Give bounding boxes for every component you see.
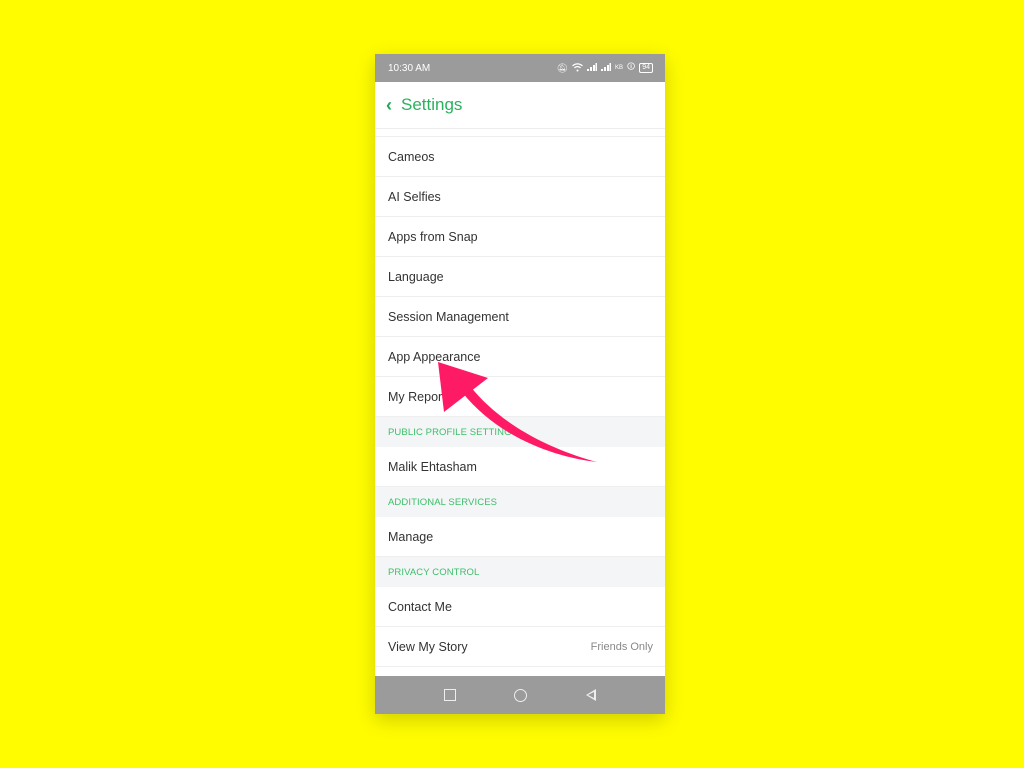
settings-item-apps-from-snap[interactable]: Apps from Snap	[375, 217, 665, 257]
page-title: Settings	[401, 95, 463, 114]
item-label: Apps from Snap	[388, 229, 478, 244]
settings-item-profile-name[interactable]: Malik Ehtasham	[375, 447, 665, 487]
status-time: 10:30 AM	[388, 62, 431, 74]
recents-icon[interactable]	[444, 689, 457, 701]
status-icons: 🔕︎ KB 🛈︎ 94	[557, 61, 653, 75]
android-nav-bar	[375, 676, 665, 714]
item-label: Manage	[388, 529, 434, 544]
home-icon[interactable]	[514, 688, 528, 702]
item-label: Malik Ehtasham	[388, 459, 477, 474]
settings-item-view-my-story[interactable]: View My Story Friends Only	[375, 627, 665, 667]
settings-item-my-reports[interactable]: My Reports	[375, 377, 665, 417]
item-label: Cameos	[388, 149, 435, 164]
item-label: Contact Me	[388, 599, 452, 614]
item-label: Language	[388, 269, 444, 284]
section-header-public-profile: PUBLIC PROFILE SETTINGS	[375, 417, 665, 447]
settings-item-app-appearance[interactable]: App Appearance	[375, 337, 665, 377]
signal-icon	[601, 63, 612, 73]
section-header-additional-services: ADDITIONAL SERVICES	[375, 487, 665, 517]
item-label: App Appearance	[388, 349, 481, 364]
mute-icon: 🔕︎	[556, 62, 569, 73]
back-icon[interactable]	[585, 689, 596, 701]
settings-list: Cameos AI Selfies Apps from Snap Languag…	[375, 132, 665, 707]
settings-item-manage[interactable]: Manage	[375, 517, 665, 557]
settings-item-cameos[interactable]: Cameos	[375, 137, 665, 177]
wifi-icon	[572, 62, 583, 74]
network-speed-icon: KB	[615, 65, 624, 71]
settings-item-contact-me[interactable]: Contact Me	[375, 587, 665, 627]
item-label: My Reports	[388, 389, 452, 404]
item-label: Session Management	[388, 309, 509, 324]
signal-icon	[587, 63, 598, 73]
alarm-icon: 🛈︎	[627, 62, 636, 71]
settings-item-session-management[interactable]: Session Management	[375, 297, 665, 337]
settings-item-language[interactable]: Language	[375, 257, 665, 297]
item-label: AI Selfies	[388, 189, 441, 204]
header: ‹ Settings	[375, 82, 665, 129]
battery-icon: 94	[639, 63, 653, 73]
section-header-privacy-control: PRIVACY CONTROL	[375, 557, 665, 587]
item-value: Friends Only	[590, 640, 653, 653]
chevron-left-icon[interactable]: ‹	[386, 95, 392, 116]
settings-item-ai-selfies[interactable]: AI Selfies	[375, 177, 665, 217]
item-label: View My Story	[388, 639, 468, 654]
status-bar: 10:30 AM 🔕︎ KB 🛈︎ 94	[375, 54, 665, 82]
phone-screen: 10:30 AM 🔕︎ KB 🛈︎ 94 ‹ Settings Cameos A…	[375, 54, 665, 714]
